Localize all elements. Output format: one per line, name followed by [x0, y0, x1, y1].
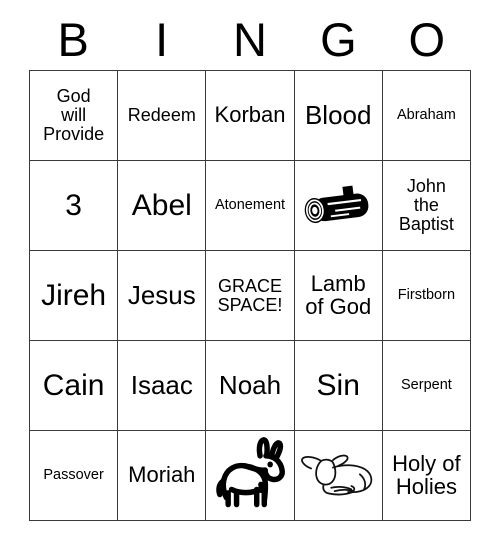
- bingo-cell[interactable]: Redeem: [118, 71, 207, 161]
- bingo-header-letter-i: I: [155, 12, 169, 66]
- bingo-cell[interactable]: Sin: [294, 341, 383, 431]
- bingo-cell[interactable]: Jesus: [118, 251, 207, 341]
- bingo-cell-label: Noah: [218, 369, 282, 400]
- bingo-cell-label: Firstborn: [397, 286, 456, 303]
- bingo-cell-label: Abraham: [396, 106, 456, 123]
- bingo-cell-label: Passover: [43, 466, 104, 483]
- bingo-cell[interactable]: GRACE SPACE!: [206, 251, 295, 341]
- bingo-cell-label: Serpent: [401, 376, 452, 393]
- bingo-cell[interactable]: Atonement: [206, 161, 295, 251]
- bingo-cell[interactable]: Moriah: [118, 431, 207, 521]
- log-icon: [296, 164, 380, 248]
- bingo-grid: God will Provide Redeem Korban Blood Abraham…: [29, 70, 472, 521]
- bingo-row: Jireh Jesus GRACE SPACE! Lamb of God Firstbo…: [30, 251, 472, 341]
- bingo-cell[interactable]: John the Baptist: [382, 161, 472, 251]
- bingo-header-letter-n: N: [233, 12, 267, 66]
- bingo-cell-label: GRACE SPACE!: [217, 275, 283, 315]
- bingo-header-row: B I NGO: [29, 8, 471, 70]
- bingo-cell-label: Lamb of God: [305, 270, 372, 319]
- bingo-header-letter-g: G: [320, 12, 357, 66]
- bingo-cell[interactable]: Serpent: [382, 341, 472, 431]
- bingo-cell-label: Holy of Holies: [392, 450, 461, 499]
- bingo-row: 3 Abel Atonement John the Baptist: [30, 161, 472, 251]
- bingo-cell[interactable]: 3: [30, 161, 119, 251]
- bingo-row: God will Provide Redeem Korban Blood Abraham: [30, 71, 472, 161]
- bingo-cell[interactable]: [206, 431, 295, 521]
- bingo-row: Passover Moriah Holy of Holies: [30, 431, 472, 521]
- donkey-icon: [208, 434, 292, 518]
- bingo-row: Cain Isaac Noah Sin Serpent: [30, 341, 472, 431]
- bingo-cell[interactable]: Holy of Holies: [382, 431, 472, 521]
- bingo-cell-label: Abel: [131, 188, 192, 222]
- bingo-cell-label: God will Provide: [43, 86, 105, 144]
- bingo-cell[interactable]: Isaac: [118, 341, 207, 431]
- lamb-icon: [296, 434, 380, 518]
- bingo-cell-label: Redeem: [127, 105, 196, 126]
- bingo-cell[interactable]: [294, 431, 383, 521]
- bingo-cell[interactable]: Cain: [30, 341, 119, 431]
- bingo-card: B I NGO God will Provide Redeem Korban Blood A…: [29, 8, 472, 521]
- bingo-cell[interactable]: Passover: [30, 431, 119, 521]
- bingo-cell[interactable]: Noah: [206, 341, 295, 431]
- bingo-header-letter-o: O: [408, 12, 446, 66]
- bingo-cell-label: Sin: [316, 368, 360, 402]
- bingo-cell-label: 3: [65, 188, 82, 222]
- bingo-cell[interactable]: Firstborn: [382, 251, 472, 341]
- bingo-cell[interactable]: Abel: [118, 161, 207, 251]
- bingo-header-letter-b: B: [57, 12, 89, 66]
- bingo-cell-label: Moriah: [128, 462, 196, 488]
- bingo-cell[interactable]: Blood: [294, 71, 383, 161]
- bingo-cell-label: Cain: [42, 368, 105, 402]
- bingo-cell[interactable]: Abraham: [382, 71, 472, 161]
- bingo-cell[interactable]: God will Provide: [30, 71, 119, 161]
- bingo-cell[interactable]: Korban: [206, 71, 295, 161]
- bingo-cell-label: John the Baptist: [398, 176, 454, 234]
- bingo-cell[interactable]: Lamb of God: [294, 251, 383, 341]
- bingo-cell-label: Jireh: [41, 278, 107, 312]
- bingo-cell-label: Blood: [304, 99, 372, 130]
- bingo-cell-label: Atonement: [214, 196, 286, 213]
- bingo-cell[interactable]: Jireh: [30, 251, 119, 341]
- bingo-cell-label: Jesus: [127, 279, 196, 310]
- bingo-cell-label: Isaac: [130, 369, 193, 400]
- bingo-cell-label: Korban: [214, 102, 286, 128]
- bingo-cell[interactable]: [294, 161, 383, 251]
